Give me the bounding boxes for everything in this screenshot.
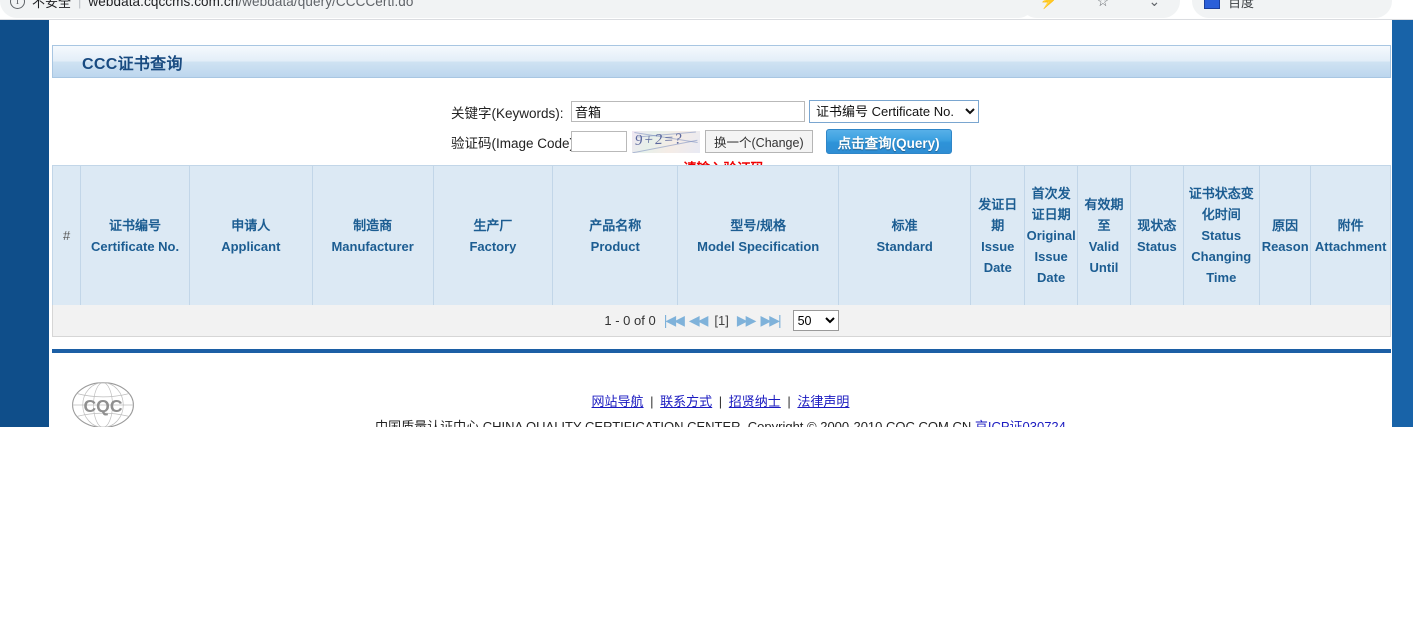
header-label-cn: 证书状态变化时间 [1185, 183, 1259, 225]
table-header-standard: 标准Standard [839, 166, 971, 306]
footer-link-1[interactable]: 网站导航 [592, 394, 644, 409]
footer-link-separator: | [784, 394, 795, 409]
footer-link-4[interactable]: 法律声明 [797, 394, 849, 409]
table-header-original-issue-date: 首次发证日期Original Issue Date [1025, 166, 1077, 306]
viewport-blank-area [0, 427, 1413, 636]
site-info-icon[interactable]: i [10, 0, 25, 9]
security-warning-label: 不安全 [32, 0, 71, 11]
header-label-en: Product [554, 236, 676, 257]
header-label-cn: 申请人 [191, 215, 311, 236]
image-code-row: 验证码(Image Code): 9+2=? 换一个(Change) 点击查询(… [451, 129, 952, 154]
right-blue-band [1392, 20, 1413, 427]
header-label-en: Model Specification [679, 236, 837, 257]
footer-links: 网站导航 | 联系方式 | 招贤纳士 | 法律声明 [49, 391, 1392, 410]
page-content: CCC证书查询 关键字(Keywords): 证书编号 Certificate … [49, 20, 1392, 427]
first-page-icon[interactable]: |◀◀ [664, 312, 683, 329]
table-header-reason: 原因Reason [1260, 166, 1311, 306]
query-button[interactable]: 点击查询(Query) [826, 129, 952, 154]
header-label-en: Original Issue Date [1026, 225, 1075, 288]
address-bar[interactable]: i 不安全 | webdata.cqccms.com.cn/webdata/qu… [0, 0, 1035, 18]
extension-toolbar: 百度 [1192, 0, 1392, 18]
header-label-cn: 发证日期 [972, 194, 1023, 236]
footer-link-2[interactable]: 联系方式 [660, 394, 712, 409]
record-range-label: 1 - 0 of 0 [604, 313, 655, 328]
header-label-en: Attachment [1312, 236, 1389, 257]
table-header-status: 现状态Status [1131, 166, 1183, 306]
omnibox-actions: ⚡ ☆ ⌄ [1020, 0, 1180, 18]
header-label-cn: 生产厂 [435, 215, 552, 236]
page-footer: CQC 网站导航 | 联系方式 | 招贤纳士 | 法律声明 中国质量认证中心 C… [49, 353, 1392, 427]
header-label-en: Status Changing Time [1185, 225, 1259, 288]
next-page-icon[interactable]: ▶▶ [737, 312, 755, 329]
header-label-cn: 现状态 [1132, 215, 1181, 236]
keywords-row: 关键字(Keywords): 证书编号 Certificate No. [451, 100, 979, 123]
keywords-input[interactable] [571, 101, 805, 122]
table-header-applicant: 申请人Applicant [189, 166, 312, 306]
page-size-select[interactable]: 50 [793, 310, 839, 331]
current-page-label[interactable]: [1] [714, 313, 728, 328]
table-header-model-specification: 型号/规格Model Specification [678, 166, 839, 306]
change-captcha-button[interactable]: 换一个(Change) [705, 130, 813, 153]
extension-label: 百度 [1228, 0, 1254, 11]
keywords-label: 关键字(Keywords): [451, 102, 571, 122]
header-label-cn: 原因 [1261, 215, 1309, 236]
table-header-row: #证书编号Certificate No.申请人Applicant制造商Manuf… [53, 166, 1391, 306]
bookmark-star-icon[interactable]: ☆ [1097, 0, 1110, 10]
header-label-en: Certificate No. [82, 236, 188, 257]
omnibox-divider: | [78, 0, 81, 9]
pagination-bar: 1 - 0 of 0 |◀◀ ◀◀ [1] ▶▶ ▶▶| 50 [52, 305, 1391, 337]
table-header-issue-date: 发证日期Issue Date [971, 166, 1025, 306]
header-label-en: Standard [840, 236, 969, 257]
captcha-image[interactable]: 9+2=? [632, 131, 700, 153]
header-label-cn: 制造商 [314, 215, 432, 236]
header-label-cn: 附件 [1312, 215, 1389, 236]
image-code-input[interactable] [571, 131, 627, 152]
table-header-factory: 生产厂Factory [433, 166, 553, 306]
baidu-extension-icon[interactable] [1204, 0, 1220, 9]
page-title: CCC证书查询 [82, 50, 183, 74]
footer-link-3[interactable]: 招贤纳士 [729, 394, 781, 409]
header-label-cn: 有效期至 [1079, 194, 1129, 236]
header-label-en: Applicant [191, 236, 311, 257]
results-table-wrapper: #证书编号Certificate No.申请人Applicant制造商Manuf… [52, 165, 1391, 306]
share-icon[interactable]: ⚡ [1040, 0, 1057, 10]
header-label-en: Reason [1261, 236, 1309, 257]
page-title-bar: CCC证书查询 [52, 45, 1391, 78]
table-header-status-changing-time: 证书状态变化时间Status Changing Time [1183, 166, 1260, 306]
left-blue-band [0, 20, 49, 427]
table-header-attachment: 附件Attachment [1311, 166, 1391, 306]
page-frame: CCC证书查询 关键字(Keywords): 证书编号 Certificate … [0, 20, 1413, 427]
prev-page-icon[interactable]: ◀◀ [689, 312, 707, 329]
header-label-cn: 标准 [840, 215, 969, 236]
chevron-down-icon[interactable]: ⌄ [1149, 0, 1161, 10]
header-label-en: Manufacturer [314, 236, 432, 257]
table-header-product: 产品名称Product [553, 166, 678, 306]
header-label-cn: 型号/规格 [679, 215, 837, 236]
footer-link-separator: | [647, 394, 658, 409]
browser-chrome: i 不安全 | webdata.cqccms.com.cn/webdata/qu… [0, 0, 1413, 20]
search-field-select[interactable]: 证书编号 Certificate No. [809, 100, 979, 123]
table-header-index: # [53, 166, 81, 306]
last-page-icon[interactable]: ▶▶| [760, 312, 779, 329]
header-label-en: Valid Until [1079, 236, 1129, 278]
header-label-en: Status [1132, 236, 1181, 257]
header-label-en: Factory [435, 236, 552, 257]
footer-link-separator: | [715, 394, 726, 409]
header-label-en: Issue Date [972, 236, 1023, 278]
header-label-cn: 产品名称 [554, 215, 676, 236]
captcha-text: 9+2=? [634, 131, 684, 150]
url-text: webdata.cqccms.com.cn/webdata/query/CCCC… [88, 0, 413, 9]
table-header-manufacturer: 制造商Manufacturer [312, 166, 433, 306]
image-code-label: 验证码(Image Code): [451, 132, 571, 152]
table-header-valid-until: 有效期至Valid Until [1077, 166, 1130, 306]
table-header-certificate-no: 证书编号Certificate No. [81, 166, 190, 306]
header-label-cn: 证书编号 [82, 215, 188, 236]
results-table: #证书编号Certificate No.申请人Applicant制造商Manuf… [52, 165, 1391, 306]
header-label-cn: 首次发证日期 [1026, 183, 1075, 225]
